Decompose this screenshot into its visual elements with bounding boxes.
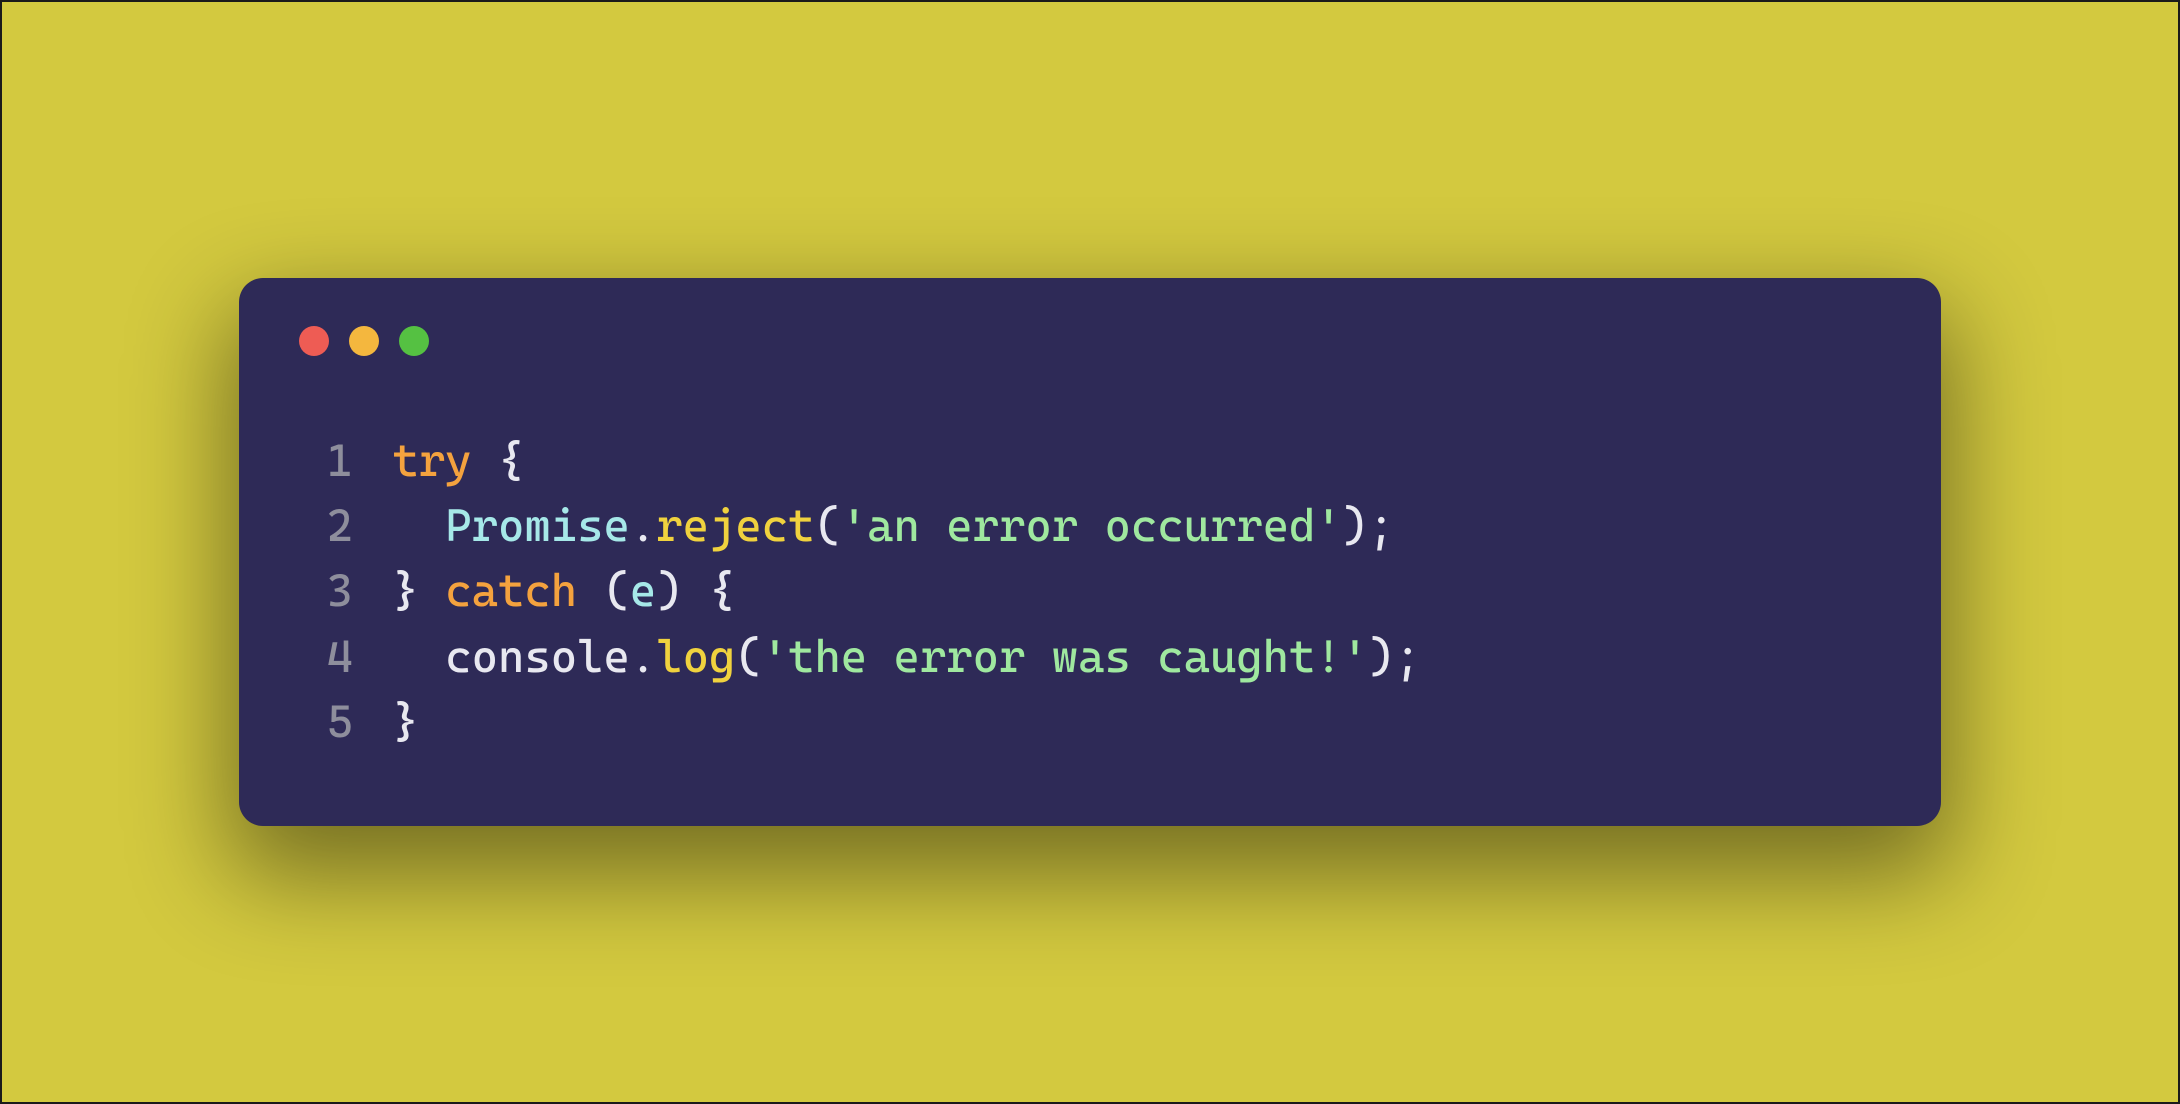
line-number: 2: [295, 493, 353, 558]
code-token: .: [630, 499, 656, 552]
line-content: }: [393, 689, 419, 754]
code-token: ) {: [656, 564, 735, 617]
code-token: );: [1368, 630, 1421, 683]
window-titlebar: [295, 326, 1885, 356]
code-token: (: [577, 564, 630, 617]
line-content: Promise.reject('an error occurred');: [393, 493, 1395, 558]
code-token: console.: [393, 630, 657, 683]
code-token: 'the error was caught!': [762, 630, 1368, 683]
close-icon[interactable]: [299, 326, 329, 356]
code-token: }: [393, 695, 419, 748]
line-number: 4: [295, 624, 353, 689]
code-line: 4 console.log('the error was caught!');: [295, 624, 1885, 689]
line-number: 3: [295, 558, 353, 623]
code-token: }: [393, 564, 446, 617]
code-line: 5}: [295, 689, 1885, 754]
code-token: (: [735, 630, 761, 683]
code-window: 1try {2 Promise.reject('an error occurre…: [239, 278, 1941, 826]
code-token: );: [1342, 499, 1395, 552]
code-line: 1 try {: [295, 428, 1885, 493]
code-token: {: [472, 434, 525, 487]
code-token: e: [630, 564, 656, 617]
code-line: 2 Promise.reject('an error occurred');: [295, 493, 1885, 558]
code-token: [393, 499, 446, 552]
code-token: Promise: [445, 499, 630, 552]
code-token: log: [656, 630, 735, 683]
line-number: 1: [295, 428, 353, 493]
line-content: try {: [393, 428, 525, 493]
minimize-icon[interactable]: [349, 326, 379, 356]
code-token: try: [393, 434, 472, 487]
code-token: (: [814, 499, 840, 552]
code-line: 3} catch (e) {: [295, 558, 1885, 623]
code-token: catch: [445, 564, 577, 617]
code-block: 1try {2 Promise.reject('an error occurre…: [295, 428, 1885, 754]
code-token: 'an error occurred': [841, 499, 1342, 552]
line-content: console.log('the error was caught!');: [393, 624, 1421, 689]
line-number: 5: [295, 689, 353, 754]
zoom-icon[interactable]: [399, 326, 429, 356]
line-content: } catch (e) {: [393, 558, 736, 623]
code-token: reject: [656, 499, 814, 552]
